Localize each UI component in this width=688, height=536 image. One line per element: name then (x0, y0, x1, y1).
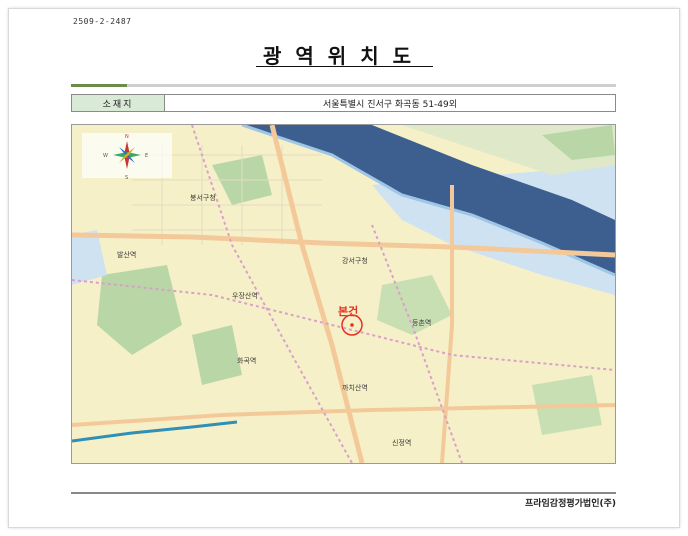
place-label-3: 화곡역 (237, 356, 256, 365)
title-underline (256, 66, 433, 67)
top-divider-accent (71, 84, 127, 87)
document-code: 2509-2-2487 (73, 17, 132, 26)
place-label-6: 발산역 (117, 250, 136, 259)
place-label-5: 강서구청 (342, 256, 368, 265)
compass-icon: N S W E (82, 133, 172, 181)
company-name: 프라임감정평가법인(주) (524, 499, 616, 509)
svg-text:E: E (145, 153, 148, 159)
location-value: 서울특별시 진서구 화곡동 51-49외 (322, 99, 458, 110)
bottom-divider (71, 492, 616, 494)
place-label-2: 우장산역 (232, 291, 258, 300)
page-title: 광역위치도 (263, 44, 425, 68)
svg-text:W: W (103, 153, 108, 159)
svg-text:N: N (125, 134, 129, 140)
place-label-7: 등촌역 (412, 318, 431, 327)
svg-text:S: S (125, 175, 128, 181)
location-row: 소재지 서울특별시 진서구 화곡동 51-49외 (71, 94, 616, 112)
place-label-8: 신정역 (392, 438, 411, 447)
top-divider (71, 84, 616, 87)
target-point (350, 323, 354, 327)
location-map[interactable]: 봉서구청 우장산역 화곡역 까치산역 강서구청 발산역 등촌역 신정역 N S … (71, 124, 616, 464)
location-label: 소재지 (72, 95, 165, 111)
place-label-1: 봉서구청 (190, 193, 216, 202)
map-canvas: 봉서구청 우장산역 화곡역 까치산역 강서구청 발산역 등촌역 신정역 N S … (72, 125, 615, 463)
place-label-4: 까치산역 (342, 383, 368, 392)
